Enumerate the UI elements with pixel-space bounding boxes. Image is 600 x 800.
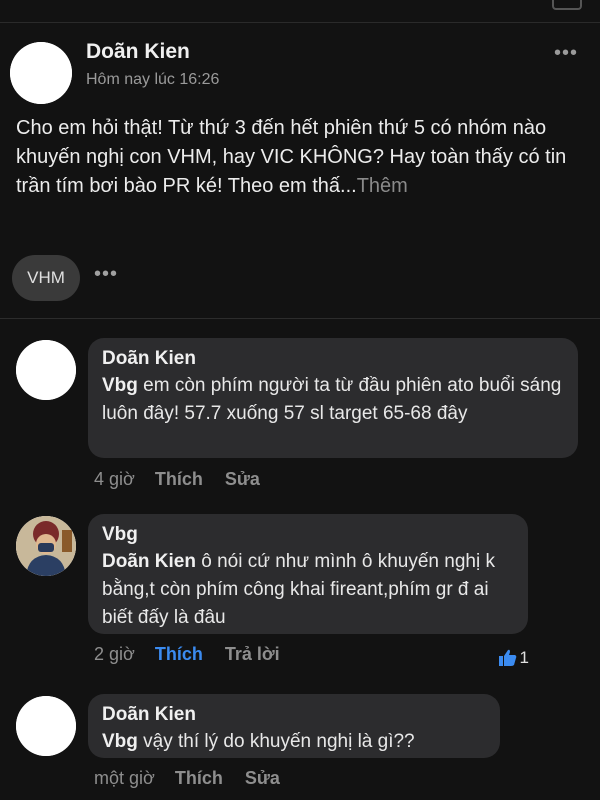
post-text: Cho em hỏi thật! Từ thứ 3 đến hết phiên … xyxy=(16,117,567,197)
user-photo-avatar xyxy=(16,516,76,576)
comment-time: 2 giờ xyxy=(94,644,135,664)
comment-actions: một giờ Thích Sửa xyxy=(94,768,280,789)
like-button[interactable]: Thích xyxy=(155,644,203,665)
comment-mention[interactable]: Vbg xyxy=(102,731,138,752)
default-avatar-icon xyxy=(16,696,76,756)
post-header: Doãn Kien Hôm nay lúc 16:26 ••• xyxy=(0,38,600,108)
comment-actions: 4 giờ Thích Sửa xyxy=(94,469,260,490)
comment-author[interactable]: Vbg xyxy=(102,522,514,548)
comment-actions: 2 giờ Thích Trả lời xyxy=(94,644,280,665)
commenter-avatar[interactable] xyxy=(16,516,76,576)
thumbs-up-icon xyxy=(498,649,516,666)
comment-author[interactable]: Doãn Kien xyxy=(102,346,564,372)
edit-button[interactable]: Sửa xyxy=(245,768,280,789)
top-bar-icon[interactable] xyxy=(552,0,582,10)
comment-author[interactable]: Doãn Kien xyxy=(102,702,486,728)
commenter-avatar[interactable] xyxy=(16,340,76,400)
author-avatar[interactable] xyxy=(10,42,72,104)
post-timestamp: Hôm nay lúc 16:26 xyxy=(86,71,220,88)
reaction-count[interactable]: 1 xyxy=(498,648,529,668)
stock-tag-chip[interactable]: VHM xyxy=(12,255,80,301)
comment-bubble: Doãn Kien Vbg vậy thí lý do khuyến nghị … xyxy=(88,694,500,758)
comment-mention[interactable]: Vbg xyxy=(102,375,138,396)
like-button[interactable]: Thích xyxy=(155,469,203,490)
commenter-avatar[interactable] xyxy=(16,696,76,756)
divider xyxy=(0,318,600,319)
see-more-link[interactable]: Thêm xyxy=(357,175,408,197)
default-avatar-icon xyxy=(10,42,72,104)
edit-button[interactable]: Sửa xyxy=(225,469,260,490)
tag-more-icon[interactable]: ••• xyxy=(94,263,118,286)
comment-text: Vbg vậy thí lý do khuyến nghị là gì?? xyxy=(102,728,486,756)
comment-bubble: Doãn Kien Vbg em còn phím người ta từ đầ… xyxy=(88,338,578,458)
reply-button[interactable]: Trả lời xyxy=(225,644,280,665)
comment-time: một giờ xyxy=(94,768,155,788)
reaction-count-value: 1 xyxy=(519,648,529,667)
comment-body: vậy thí lý do khuyến nghị là gì?? xyxy=(137,731,415,752)
post-more-menu-icon[interactable]: ••• xyxy=(554,42,578,65)
comment-body: em còn phím người ta từ đầu phiên ato bu… xyxy=(102,375,562,424)
default-avatar-icon xyxy=(16,340,76,400)
comment-bubble: Vbg Doãn Kien ô nói cứ như mình ô khuyến… xyxy=(88,514,528,634)
comment-text: Doãn Kien ô nói cứ như mình ô khuyến ngh… xyxy=(102,548,514,632)
comment-mention[interactable]: Doãn Kien xyxy=(102,551,196,572)
post-author[interactable]: Doãn Kien xyxy=(86,40,190,64)
comment-text: Vbg em còn phím người ta từ đầu phiên at… xyxy=(102,372,564,428)
like-button[interactable]: Thích xyxy=(175,768,223,789)
comment-time: 4 giờ xyxy=(94,469,135,489)
top-bar xyxy=(0,0,600,23)
post-body: Cho em hỏi thật! Từ thứ 3 đến hết phiên … xyxy=(16,114,588,201)
